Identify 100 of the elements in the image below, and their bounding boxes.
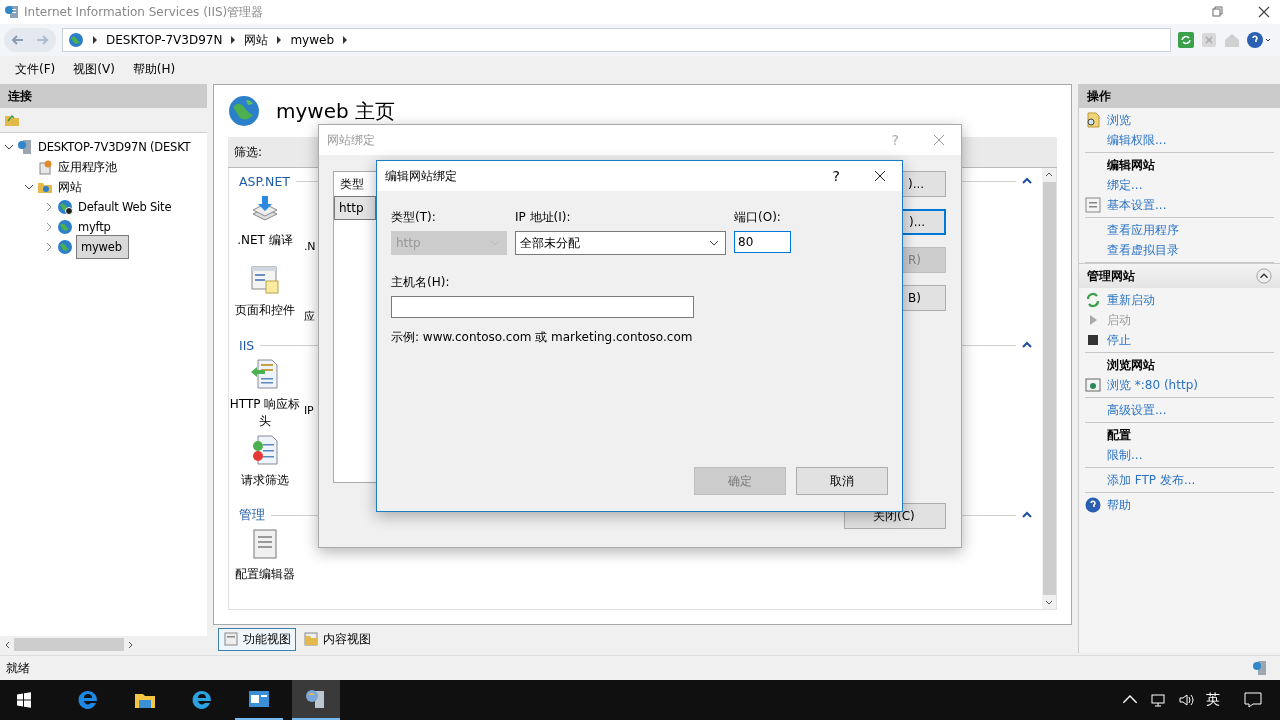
action-link[interactable]: 添加 FTP 发布... bbox=[1107, 471, 1196, 489]
tree-item[interactable]: myweb bbox=[76, 235, 129, 259]
help-button[interactable]: ? bbox=[832, 168, 840, 184]
server-icon bbox=[17, 139, 33, 155]
document-icon bbox=[1085, 197, 1101, 213]
action-link[interactable]: 重新启动 bbox=[1107, 291, 1155, 309]
collapse-icon[interactable] bbox=[1022, 177, 1032, 185]
dialog-button[interactable]: 取消 bbox=[796, 467, 888, 495]
scroll-up-icon[interactable] bbox=[1045, 171, 1053, 179]
scroll-thumb[interactable] bbox=[14, 638, 124, 651]
field-label: 类型(T): bbox=[391, 209, 437, 226]
network-icon[interactable] bbox=[1150, 692, 1166, 708]
collapse-icon[interactable] bbox=[1022, 341, 1032, 349]
menu-item[interactable]: 文件(F) bbox=[6, 58, 65, 80]
scroll-right-icon[interactable] bbox=[126, 640, 134, 649]
tree-item[interactable]: Default Web Site bbox=[76, 199, 174, 215]
action-link[interactable]: 查看应用程序 bbox=[1107, 221, 1179, 239]
breadcrumb-arrow-icon[interactable] bbox=[230, 36, 237, 44]
scrollbar[interactable] bbox=[0, 636, 207, 653]
input-method[interactable]: 英 bbox=[1206, 691, 1220, 709]
app-icon bbox=[4, 4, 20, 20]
notification-icon[interactable] bbox=[1244, 692, 1262, 708]
action-link[interactable]: 高级设置... bbox=[1107, 401, 1167, 419]
feature-label[interactable]: 请求筛选 bbox=[241, 472, 289, 489]
page-title: myweb 主页 bbox=[276, 97, 396, 125]
group-title: ASP.NET bbox=[239, 173, 290, 189]
example-text: 示例: www.contoso.com 或 marketing.contoso.com bbox=[391, 329, 694, 346]
help-icon bbox=[1085, 497, 1101, 513]
view-tab[interactable]: 内容视图 bbox=[298, 627, 376, 651]
column-header[interactable]: 类型 bbox=[340, 175, 364, 193]
field-label: IP 地址(I): bbox=[515, 209, 572, 226]
feature-label[interactable]: HTTP 响应标头 bbox=[229, 396, 301, 430]
field-label: 端口(O): bbox=[734, 209, 782, 226]
feature-label[interactable]: .N bbox=[304, 240, 316, 253]
breadcrumb-arrow-icon[interactable] bbox=[342, 36, 349, 44]
taskbar-app[interactable] bbox=[292, 680, 340, 720]
close-icon[interactable] bbox=[1258, 6, 1270, 18]
scroll-left-icon[interactable] bbox=[4, 640, 12, 649]
browser-icon bbox=[1085, 377, 1101, 393]
panel-header: 管理网站 bbox=[1079, 263, 1280, 288]
feature-label[interactable]: 配置编辑器 bbox=[235, 566, 295, 583]
headers-icon[interactable] bbox=[249, 358, 281, 390]
group-title: IIS bbox=[239, 337, 255, 353]
start-icon[interactable] bbox=[16, 692, 32, 708]
restore-icon[interactable] bbox=[1212, 6, 1224, 18]
ip-dropdown[interactable]: 全部未分配 bbox=[515, 231, 726, 255]
status-text: 就绪 bbox=[6, 659, 30, 677]
action-link[interactable]: 帮助 bbox=[1107, 496, 1131, 514]
browser-icon[interactable] bbox=[190, 688, 214, 712]
view-tab[interactable]: 功能视图 bbox=[218, 627, 296, 651]
expand-icon[interactable] bbox=[44, 202, 54, 212]
host-field[interactable] bbox=[391, 296, 694, 318]
collapse-icon[interactable] bbox=[1022, 511, 1032, 519]
action-link[interactable]: 编辑权限... bbox=[1107, 131, 1167, 149]
stop-icon bbox=[1085, 332, 1101, 348]
action-link[interactable]: 浏览 bbox=[1107, 111, 1131, 129]
close-icon[interactable] bbox=[874, 170, 886, 182]
menu-item[interactable]: 视图(V) bbox=[64, 58, 124, 80]
address-bar[interactable]: DESKTOP-7V3D97N 网站 myweb bbox=[62, 28, 1171, 52]
table-row[interactable]: http bbox=[334, 196, 376, 220]
collapse-icon[interactable] bbox=[4, 142, 14, 152]
action-link[interactable]: 停止 bbox=[1107, 331, 1131, 349]
app-pool-icon bbox=[37, 159, 53, 175]
tree-item[interactable]: 网站 bbox=[56, 178, 84, 196]
breadcrumb[interactable]: myweb bbox=[290, 33, 335, 47]
dialog-title: 编辑网站绑定 bbox=[385, 167, 458, 185]
breadcrumb-arrow-icon[interactable] bbox=[276, 36, 283, 44]
refresh-icon[interactable] bbox=[1177, 31, 1195, 49]
breadcrumb[interactable]: 网站 bbox=[244, 31, 269, 49]
expand-icon[interactable] bbox=[44, 222, 54, 232]
feature-label[interactable]: IP bbox=[304, 404, 314, 417]
panel-header: 连接 bbox=[0, 84, 207, 108]
menu-item[interactable]: 帮助(H) bbox=[123, 58, 185, 80]
field-label: 主机名(H): bbox=[391, 274, 451, 291]
feature-label[interactable]: .NET 编译 bbox=[237, 232, 293, 249]
action-link[interactable]: 查看虚拟目录 bbox=[1107, 241, 1179, 259]
volume-icon[interactable] bbox=[1178, 692, 1194, 708]
globe-icon bbox=[228, 95, 260, 127]
action-link[interactable]: 绑定... bbox=[1107, 176, 1143, 194]
action-link[interactable]: 浏览 *:80 (http) bbox=[1107, 376, 1198, 394]
breadcrumb-arrow-icon[interactable] bbox=[92, 36, 98, 44]
breadcrumb[interactable]: DESKTOP-7V3D97N bbox=[106, 33, 223, 47]
feature-label[interactable]: 页面和控件 bbox=[235, 302, 295, 319]
tree-item[interactable]: DESKTOP-7V3D97N (DESKT bbox=[36, 139, 193, 155]
expand-icon[interactable] bbox=[44, 242, 54, 252]
tree-item[interactable]: myftp bbox=[76, 219, 113, 235]
tree-item[interactable]: 应用程序池 bbox=[56, 158, 119, 176]
collapse-icon[interactable] bbox=[1256, 268, 1272, 284]
port-field[interactable]: 80 bbox=[734, 231, 791, 253]
globe-icon bbox=[68, 32, 84, 48]
collapse-icon[interactable] bbox=[24, 182, 34, 192]
chevron-down-icon[interactable] bbox=[709, 240, 719, 246]
feature-label[interactable]: 应 bbox=[304, 310, 315, 323]
dialog-title: 网站绑定 bbox=[327, 131, 376, 149]
action-link[interactable]: 基本设置... bbox=[1107, 196, 1167, 214]
help-icon[interactable] bbox=[1246, 31, 1272, 49]
pages-icon[interactable] bbox=[249, 264, 281, 296]
action-link[interactable]: 限制... bbox=[1107, 446, 1143, 464]
scroll-down-icon[interactable] bbox=[1045, 598, 1053, 606]
browser-icon[interactable] bbox=[76, 688, 100, 712]
